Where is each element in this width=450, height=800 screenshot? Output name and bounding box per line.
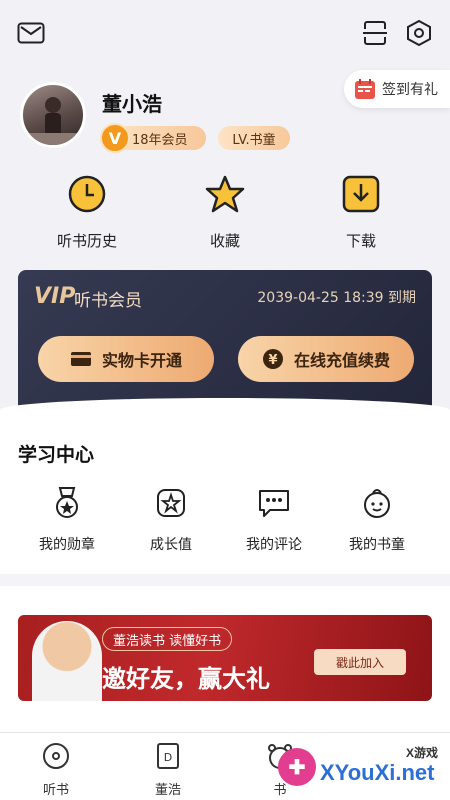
clock-icon	[68, 175, 106, 213]
user-name: 董小浩	[102, 92, 162, 116]
member-years-badge[interactable]: V 18年会员	[100, 123, 206, 153]
learning-center: 学习中心 我的勋章 成长值 我的评论 我的书童	[0, 398, 450, 574]
watermark-small-text: X游戏	[406, 746, 439, 760]
card-icon	[70, 352, 91, 366]
learning-item-book-kid[interactable]: 我的书童	[332, 486, 422, 554]
signin-label: 签到有礼	[382, 82, 438, 98]
learning-item-label: 成长值	[150, 537, 192, 553]
vip-v-icon: V	[100, 123, 130, 153]
avatar[interactable]	[20, 82, 86, 148]
quick-action-label: 收藏	[209, 232, 240, 250]
vip-expiry: 2039-04-25 18:39 到期	[257, 290, 416, 306]
quick-action-history[interactable]: 听书历史	[32, 174, 142, 251]
level-badge[interactable]: LV.书童	[218, 126, 290, 150]
quick-action-download[interactable]: 下载	[306, 174, 416, 251]
promo-section: 董浩读书 读懂好书 邀好友，赢大礼 戳此加入	[0, 586, 450, 732]
scan-icon[interactable]	[360, 18, 390, 48]
settings-icon[interactable]	[404, 18, 434, 48]
online-recharge-button[interactable]: ¥ 在线充值续费	[238, 336, 414, 382]
signin-reward-button[interactable]: 签到有礼	[344, 70, 450, 108]
medal-icon	[56, 487, 78, 518]
mail-icon[interactable]	[16, 18, 46, 48]
banner-slogan: 董浩读书 读懂好书	[102, 627, 233, 651]
banner-join-button[interactable]: 戳此加入	[314, 649, 406, 675]
yen-icon: ¥	[262, 349, 283, 369]
member-years-label: 18年会员	[132, 132, 188, 148]
site-watermark: ✚ X游戏 XYouXi.net	[276, 740, 446, 796]
watermark-text: XYouXi.net	[320, 760, 435, 785]
learning-item-label: 我的书童	[349, 537, 405, 553]
learning-item-growth[interactable]: 成长值	[126, 486, 216, 554]
physical-card-activate-button[interactable]: 实物卡开通	[38, 336, 214, 382]
quick-action-favorites[interactable]: 收藏	[170, 174, 280, 251]
tab-listen[interactable]: 听书	[16, 741, 96, 798]
learning-center-title: 学习中心	[18, 444, 95, 466]
tab-label: 董浩	[154, 783, 181, 798]
comment-icon	[259, 490, 289, 517]
quick-action-label: 听书历史	[56, 232, 117, 250]
learning-item-comments[interactable]: 我的评论	[229, 486, 319, 554]
book-d-icon: D	[157, 743, 179, 769]
button-label: 在线充值续费	[293, 351, 390, 370]
learning-item-label: 我的评论	[246, 537, 302, 553]
growth-icon	[157, 489, 185, 517]
calendar-icon	[355, 79, 375, 99]
svg-text:¥: ¥	[268, 353, 277, 368]
banner-headline: 邀好友，赢大礼	[102, 665, 270, 693]
quick-action-label: 下载	[345, 232, 376, 250]
learning-item-medals[interactable]: 我的勋章	[22, 486, 112, 554]
button-label: 实物卡开通	[101, 351, 182, 370]
tab-donghao[interactable]: D 董浩	[128, 741, 208, 798]
invite-friends-banner[interactable]: 董浩读书 读懂好书 邀好友，赢大礼 戳此加入	[18, 615, 432, 701]
download-icon	[342, 175, 380, 213]
watermark-logo-icon: ✚	[278, 748, 316, 786]
vip-card: VIP 听书会员 2039-04-25 18:39 到期 实物卡开通 ¥ 在线充…	[18, 270, 432, 412]
vip-logo: VIP	[34, 284, 76, 309]
star-icon	[205, 175, 245, 213]
vip-title: 听书会员	[74, 291, 142, 311]
disc-icon	[43, 743, 69, 769]
baby-face-icon	[364, 489, 390, 518]
tab-label: 听书	[42, 783, 69, 798]
learning-item-label: 我的勋章	[39, 537, 95, 553]
host-portrait	[32, 621, 102, 701]
svg-text:D: D	[164, 751, 172, 764]
